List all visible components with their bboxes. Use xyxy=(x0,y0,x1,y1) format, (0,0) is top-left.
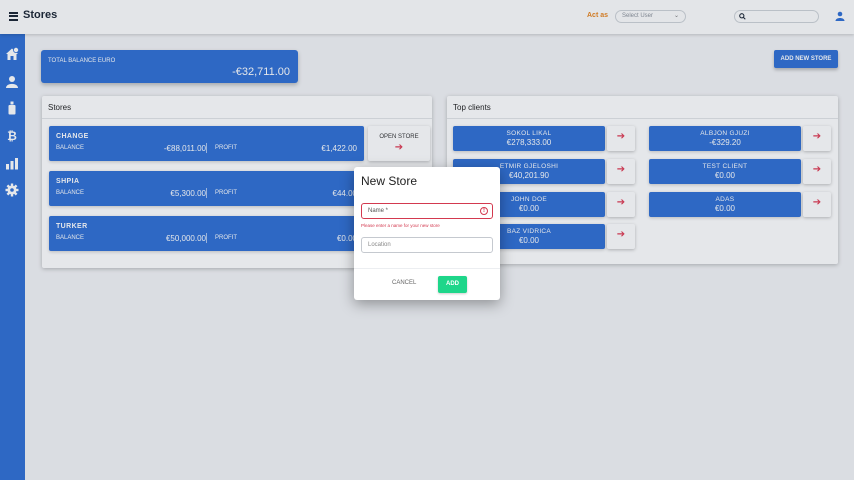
new-store-dialog: New Store Name * ! Please enter a name f… xyxy=(354,167,500,300)
add-button[interactable]: ADD xyxy=(438,276,467,293)
store-name-placeholder: Name * xyxy=(368,208,389,214)
divider xyxy=(354,268,500,269)
error-icon: ! xyxy=(480,207,488,215)
store-name-field[interactable]: Name * ! xyxy=(361,203,493,219)
location-placeholder: Location xyxy=(368,242,391,248)
cancel-button[interactable]: CANCEL xyxy=(392,280,416,286)
location-field[interactable]: Location xyxy=(361,237,493,253)
name-error-message: Please enter a name for your new store xyxy=(361,223,440,228)
dialog-title: New Store xyxy=(361,174,418,188)
